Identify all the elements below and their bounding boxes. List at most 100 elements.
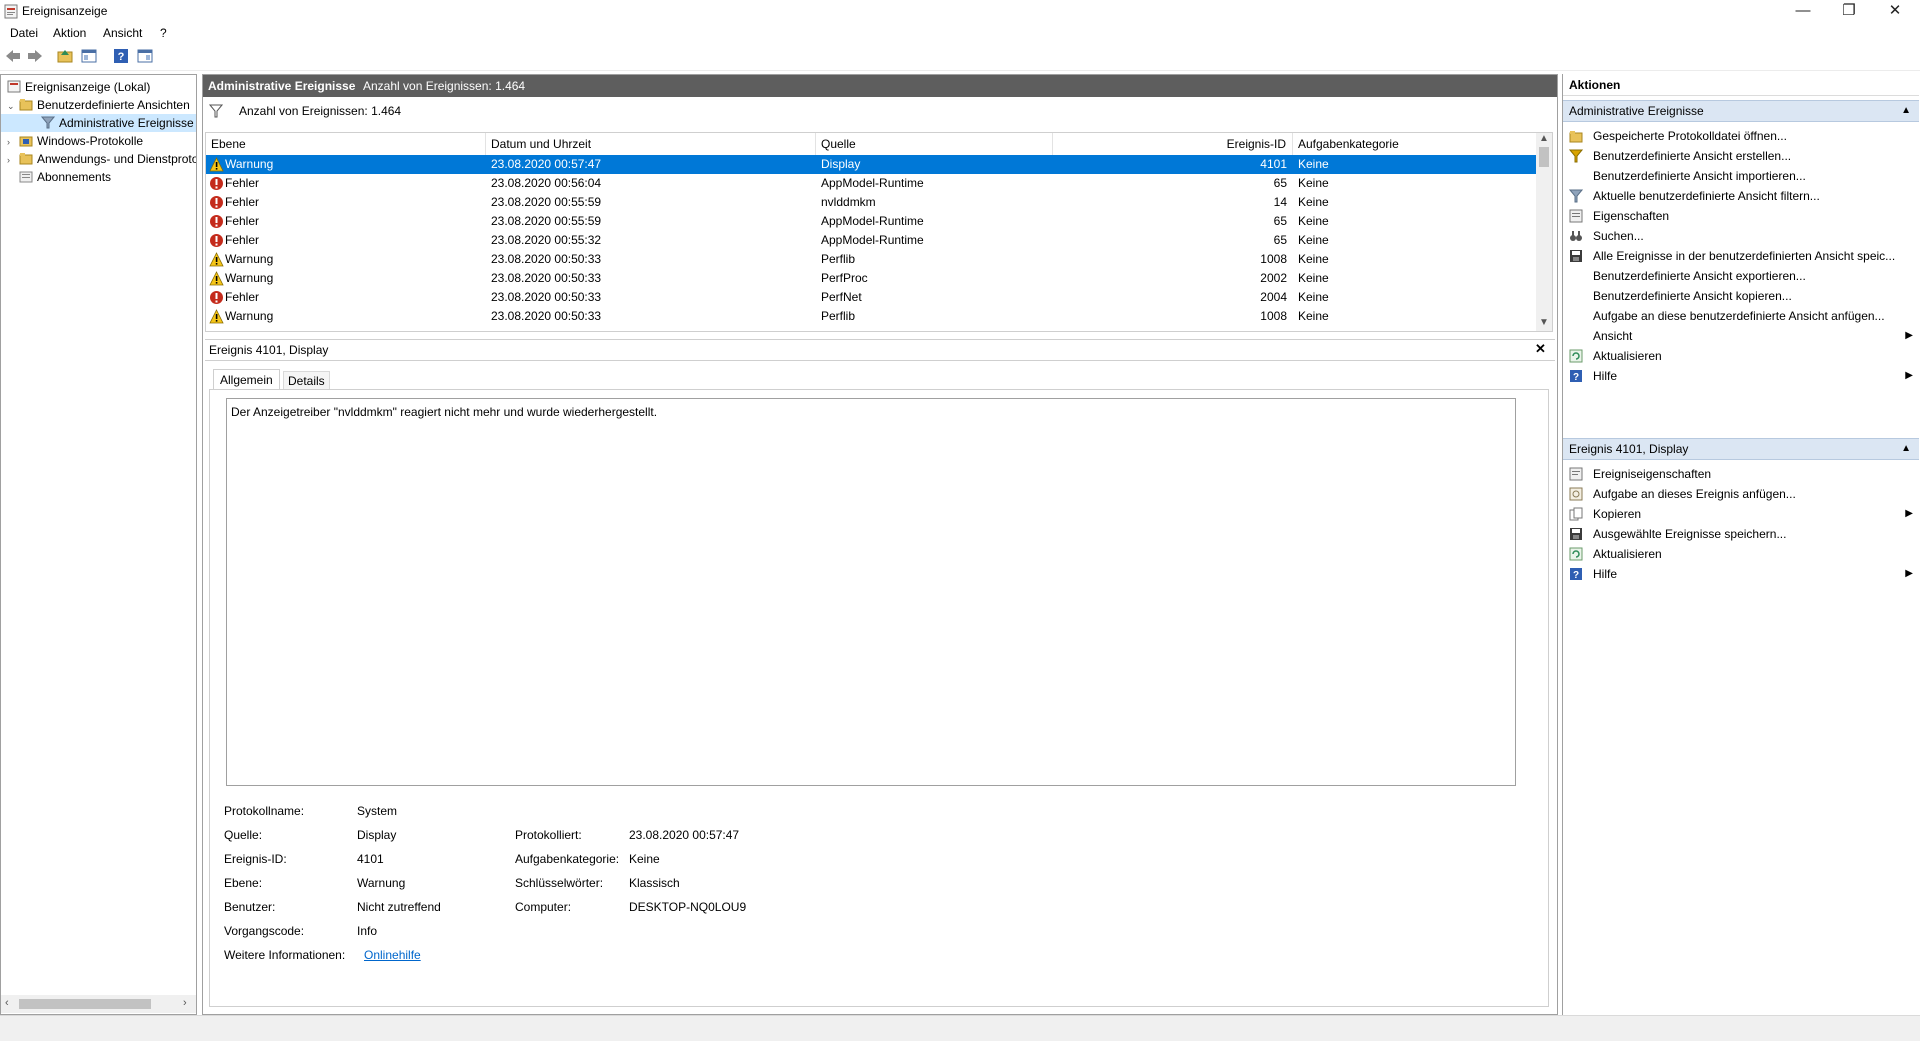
collapse-chevron-icon[interactable]: › — [7, 133, 19, 150]
copy-icon — [1569, 507, 1583, 521]
row-task-category: Keine — [1298, 309, 1329, 323]
properties-icon — [1569, 209, 1583, 223]
scrollbar-thumb[interactable] — [19, 999, 151, 1009]
menu-aktion[interactable]: Aktion — [53, 26, 86, 40]
scroll-left-icon[interactable]: ‹ — [5, 997, 9, 1009]
scrollbar-thumb[interactable] — [1539, 147, 1549, 167]
back-arrow-icon[interactable] — [4, 47, 22, 65]
table-row[interactable]: Warnung 23.08.2020 00:50:33 Perflib 1008 Kei… — [206, 307, 1539, 326]
row-task-category: Keine — [1298, 252, 1329, 266]
scroll-right-icon[interactable]: › — [183, 997, 187, 1009]
tree-label-windows-logs: Windows-Protokolle — [37, 134, 144, 148]
column-header-level[interactable]: Ebene — [206, 133, 486, 155]
keywords-value: Klassisch — [629, 876, 680, 890]
table-row[interactable]: Fehler 23.08.2020 00:56:04 AppModel-Runtim… — [206, 174, 1539, 193]
column-header-event-id[interactable]: Ereignis-ID — [1053, 133, 1293, 155]
show-hide-tree-icon[interactable] — [80, 47, 98, 65]
menu-datei[interactable]: Datei — [10, 26, 38, 40]
forward-arrow-icon[interactable] — [26, 47, 44, 65]
close-detail-icon[interactable]: ✕ — [1535, 341, 1546, 357]
event-message: Der Anzeigetreiber "nvlddmkm" reagiert n… — [231, 405, 658, 419]
tree-item-windows-logs[interactable]: › Windows-Protokolle — [1, 132, 196, 150]
up-folder-icon[interactable] — [56, 47, 74, 65]
action-item[interactable]: ? Hilfe ▶ — [1563, 562, 1919, 586]
actions-section-event[interactable]: Ereignis 4101, Display ▲ — [1563, 438, 1919, 460]
logged-value: 23.08.2020 00:57:47 — [629, 828, 740, 842]
tree-item-app-logs[interactable]: › Anwendungs- und Dienstprotokolle — [1, 150, 196, 168]
help-icon: ? — [1570, 568, 1582, 581]
tree-horizontal-scrollbar[interactable]: ‹ › — [1, 995, 196, 1013]
row-event-id: 1008 — [1260, 309, 1287, 323]
table-row[interactable]: Fehler 23.08.2020 00:50:33 PerfNet 2004 Kein… — [206, 288, 1539, 307]
table-row[interactable]: Fehler 23.08.2020 00:55:59 nvlddmkm 14 Keine — [206, 193, 1539, 212]
row-level: Fehler — [225, 290, 260, 304]
level-label: Ebene: — [224, 876, 263, 890]
close-button[interactable]: ✕ — [1872, 0, 1918, 22]
online-help-link[interactable]: Onlinehilfe — [364, 948, 421, 962]
tab-allgemein[interactable]: Allgemein — [213, 369, 280, 390]
log-name-label: Protokollname: — [224, 804, 305, 818]
row-source: Perflib — [821, 252, 856, 266]
tree-item-custom-views[interactable]: ⌄ Benutzerdefinierte Ansichten — [1, 96, 196, 114]
expand-chevron-icon[interactable]: ⌄ — [7, 97, 19, 114]
menu-ansicht[interactable]: Ansicht — [103, 26, 142, 40]
row-level: Warnung — [225, 252, 274, 266]
center-pane: Administrative Ereignisse Anzahl von Ere… — [202, 74, 1558, 1015]
collapse-up-icon[interactable]: ▲ — [1901, 101, 1911, 121]
row-source: AppModel-Runtime — [821, 233, 924, 247]
filter-icon — [41, 116, 55, 129]
row-source: PerfNet — [821, 290, 862, 304]
action-item[interactable]: ? Hilfe ▶ — [1563, 364, 1919, 388]
show-hide-action-pane-icon[interactable] — [136, 47, 154, 65]
actions-section-admin-events[interactable]: Administrative Ereignisse ▲ — [1563, 100, 1919, 122]
filter-icon — [209, 104, 223, 118]
row-level: Warnung — [225, 271, 274, 285]
detail-header: Ereignis 4101, Display ✕ — [205, 339, 1555, 361]
table-row[interactable]: Warnung 23.08.2020 00:50:33 PerfProc 2002 Ke… — [206, 269, 1539, 288]
table-vertical-scrollbar[interactable]: ▲ ▼ — [1536, 133, 1552, 331]
action-label: Hilfe — [1593, 369, 1618, 383]
event-message-box[interactable]: Der Anzeigetreiber "nvlddmkm" reagiert n… — [226, 398, 1516, 786]
maximize-button[interactable]: ❐ — [1826, 0, 1872, 22]
svg-text:?: ? — [118, 51, 125, 63]
center-header-title: Administrative Ereignisse — [208, 79, 356, 93]
filter-bar: Anzahl von Ereignissen: 1.464 — [203, 97, 1557, 125]
detail-title: Ereignis 4101, Display — [209, 343, 329, 357]
center-header: Administrative Ereignisse Anzahl von Ere… — [203, 75, 1557, 97]
tree-item-subscriptions[interactable]: Abonnements — [1, 168, 196, 186]
tab-details[interactable]: Details — [283, 371, 330, 390]
table-row[interactable]: Fehler 23.08.2020 00:55:32 AppModel-Runtim… — [206, 231, 1539, 250]
column-header-source[interactable]: Quelle — [816, 133, 1053, 155]
save-icon — [1570, 250, 1582, 262]
row-level: Fehler — [225, 195, 260, 209]
actions-section-event-label: Ereignis 4101, Display — [1569, 442, 1689, 456]
column-header-date[interactable]: Datum und Uhrzeit — [486, 133, 816, 155]
row-task-category: Keine — [1298, 233, 1329, 247]
action-label: Hilfe — [1593, 567, 1618, 581]
row-date: 23.08.2020 00:50:33 — [491, 252, 602, 266]
minimize-button[interactable]: — — [1780, 0, 1826, 22]
tree-item-admin-events[interactable]: Administrative Ereignisse — [1, 114, 196, 132]
collapse-chevron-icon[interactable]: › — [7, 151, 19, 168]
warning-icon — [209, 271, 224, 286]
row-task-category: Keine — [1298, 290, 1329, 304]
tree-item-root[interactable]: Ereignisanzeige (Lokal) — [1, 78, 196, 96]
table-row[interactable]: Warnung 23.08.2020 00:50:33 Perflib 1008 Kei… — [206, 250, 1539, 269]
help-toolbar-icon[interactable]: ? — [112, 47, 130, 65]
row-date: 23.08.2020 00:50:33 — [491, 271, 602, 285]
scroll-down-icon[interactable]: ▼ — [1539, 317, 1549, 328]
menu-help[interactable]: ? — [160, 26, 167, 40]
row-date: 23.08.2020 00:50:33 — [491, 309, 602, 323]
tree-label-subscriptions: Abonnements — [37, 170, 112, 184]
row-level: Warnung — [225, 309, 274, 323]
collapse-up-icon[interactable]: ▲ — [1901, 439, 1911, 459]
scroll-up-icon[interactable]: ▲ — [1539, 133, 1549, 144]
event-viewer-icon — [7, 80, 21, 93]
log-name-value: System — [357, 804, 398, 818]
table-row[interactable]: Warnung 23.08.2020 00:57:47 Display 4101 Kei… — [206, 155, 1539, 174]
source-value: Display — [357, 828, 397, 842]
table-row[interactable]: Fehler 23.08.2020 00:55:59 AppModel-Runtim… — [206, 212, 1539, 231]
user-label: Benutzer: — [224, 900, 276, 914]
column-header-task-category[interactable]: Aufgabenkategorie — [1293, 133, 1539, 155]
row-event-id: 65 — [1273, 233, 1287, 247]
